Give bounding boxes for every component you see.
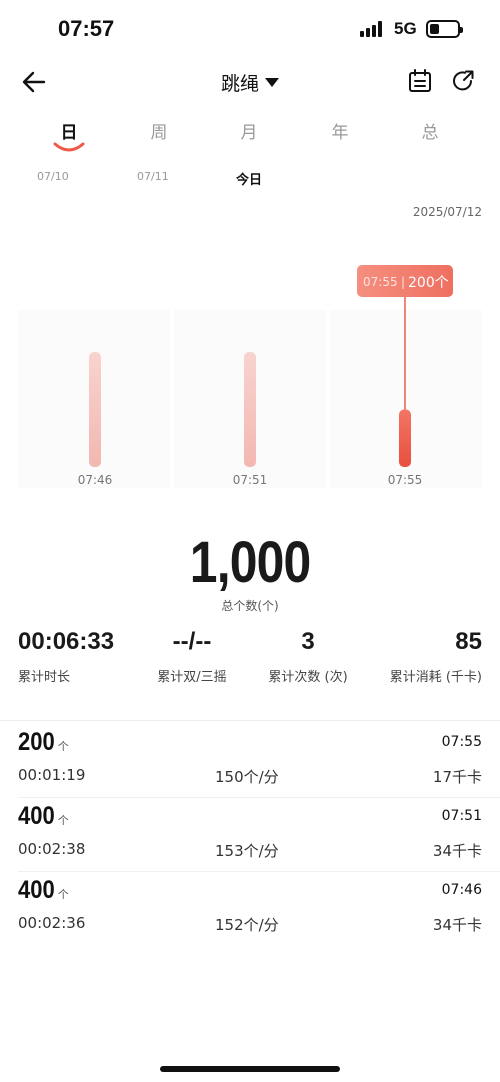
battery-icon <box>426 20 463 38</box>
signal-icon <box>360 21 386 37</box>
date-item[interactable]: 07/11 <box>137 170 169 183</box>
record-calories: 34千卡 <box>432 916 482 934</box>
record-rate: 153个/分 <box>215 842 279 860</box>
caret-down-icon <box>265 78 279 87</box>
stat-sessions: 3 累计次数 (次) <box>266 628 350 685</box>
total-count-value: 1,000 <box>189 530 311 595</box>
tooltip-separator: | <box>401 275 405 289</box>
record-rate: 152个/分 <box>215 916 279 934</box>
date-item-today[interactable]: 今日 <box>236 169 262 188</box>
record-time: 07:46 <box>441 882 482 898</box>
record-duration: 00:02:36 <box>18 914 86 932</box>
nav-bar: 跳绳 <box>0 60 500 104</box>
chart-bar <box>89 352 101 467</box>
tooltip-value: 200个 <box>408 275 449 291</box>
stat-calories: 85 累计消耗 (千卡) <box>384 628 482 685</box>
divider <box>18 797 500 798</box>
chart-bar <box>399 409 411 467</box>
active-tab-indicator <box>53 142 85 152</box>
total-count-label: 总个数(个) <box>221 599 279 613</box>
record-rate: 150个/分 <box>215 768 279 786</box>
status-bar: 07:57 5G <box>0 0 500 60</box>
stat-label: 累计双/三摇 <box>157 670 227 685</box>
chart-bar <box>244 352 256 467</box>
tab-total[interactable]: 总 <box>400 118 460 143</box>
network-type: 5G <box>394 19 417 38</box>
status-time: 07:57 <box>58 16 115 41</box>
stat-value: 00:06:33 <box>18 628 115 655</box>
tab-month[interactable]: 月 <box>219 118 279 143</box>
divider <box>18 871 500 872</box>
divider <box>0 720 500 721</box>
tab-week[interactable]: 周 <box>129 118 189 143</box>
tooltip-time: 07:55 <box>363 275 398 289</box>
date-selector: 07/10 07/11 今日 <box>0 170 500 190</box>
stat-duration: 00:06:33 累计时长 <box>18 628 114 685</box>
sessions-bar-chart[interactable]: 07:46 07:51 07:5507:55 | 200个 <box>0 225 500 495</box>
record-count: 200 个 <box>18 728 69 756</box>
stat-label: 累计消耗 (千卡) <box>389 670 482 685</box>
calendar-icon[interactable] <box>407 68 433 94</box>
session-record[interactable]: 400 个 07:51 00:02:38 153个/分 34千卡 <box>0 802 500 876</box>
page-title: 跳绳 <box>220 73 259 95</box>
record-time: 07:51 <box>441 808 482 824</box>
record-calories: 34千卡 <box>432 842 482 860</box>
session-record[interactable]: 200 个 07:55 00:01:19 150个/分 17千卡 <box>0 728 500 802</box>
x-tick-label: 07:55 <box>388 473 423 487</box>
tab-year[interactable]: 年 <box>310 118 370 143</box>
record-calories: 17千卡 <box>432 768 482 786</box>
record-count: 400 个 <box>18 802 69 830</box>
record-count: 400 个 <box>18 876 69 904</box>
stat-value: 85 <box>455 628 482 655</box>
total-count: 1,000 <box>0 532 500 594</box>
session-record[interactable]: 400 个 07:46 00:02:36 152个/分 34千卡 <box>0 876 500 950</box>
stat-value: 3 <box>301 628 315 655</box>
stat-double-triple: --/-- 累计双/三摇 <box>152 628 232 685</box>
record-duration: 00:01:19 <box>18 766 86 784</box>
stat-label: 累计次数 (次) <box>268 670 348 685</box>
date-item[interactable]: 07/10 <box>37 170 69 183</box>
x-tick-label: 07:51 <box>233 473 268 487</box>
home-indicator[interactable] <box>160 1066 340 1072</box>
share-icon[interactable] <box>450 68 476 94</box>
chart-date: 2025/07/12 <box>412 205 482 219</box>
stat-label: 累计时长 <box>18 670 71 685</box>
record-duration: 00:02:38 <box>18 840 86 858</box>
stat-value: --/-- <box>172 628 212 655</box>
x-tick-label: 07:46 <box>78 473 113 487</box>
record-time: 07:55 <box>441 734 482 750</box>
summary-stats: 00:06:33 累计时长 --/-- 累计双/三摇 3 累计次数 (次) 85… <box>0 628 500 688</box>
